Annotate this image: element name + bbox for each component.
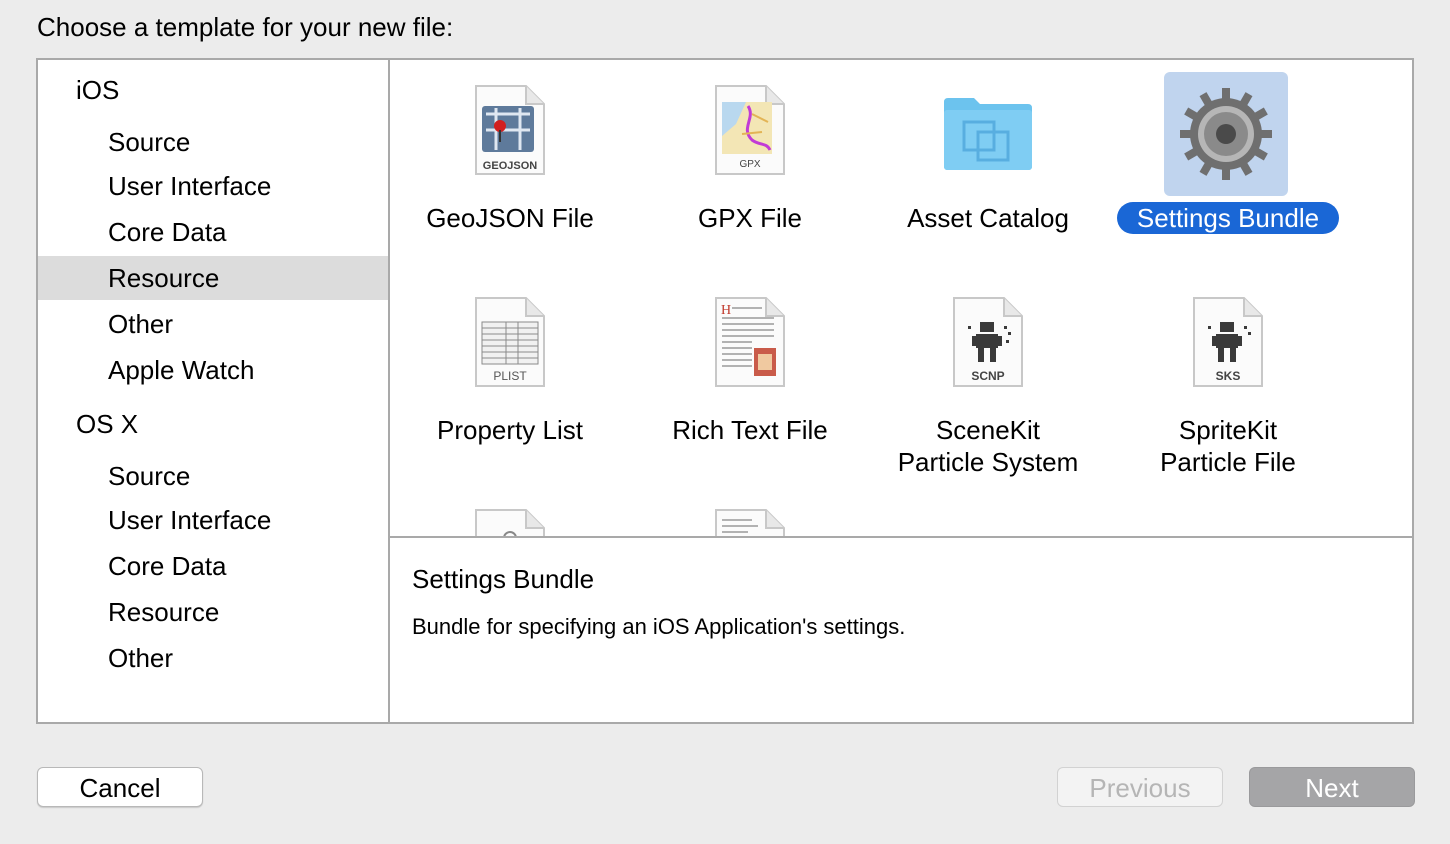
template-chooser: iOS Source User Interface Core Data Reso… — [36, 58, 1414, 724]
description-title: Settings Bundle — [412, 564, 595, 594]
sidebar-item-ios-core-data[interactable]: Core Data — [38, 210, 388, 254]
template-label: GPX File — [697, 203, 803, 233]
gear-icon — [1180, 88, 1272, 180]
template-label-line2: Particle File — [1160, 447, 1296, 477]
previous-button[interactable]: Previous — [1057, 767, 1223, 807]
sidebar-item-osx-resource[interactable]: Resource — [38, 590, 388, 634]
scnp-badge: SCNP — [971, 369, 1004, 383]
gpx-badge: GPX — [739, 159, 760, 170]
template-spritekit-particle-file[interactable]: SKS SpriteKit Particle File — [1108, 276, 1348, 477]
template-scenekit-particle-system[interactable]: SCNP SceneKit Particle System — [868, 276, 1108, 477]
template-label: Asset Catalog — [907, 203, 1069, 233]
sidebar-item-ios-apple-watch[interactable]: Apple Watch — [38, 348, 388, 392]
plist-badge: PLIST — [493, 369, 527, 383]
sidebar-item-ios-user-interface[interactable]: User Interface — [38, 164, 388, 208]
template-settings-bundle[interactable]: Settings Bundle — [1108, 64, 1348, 264]
spritekit-particle-icon: SKS — [1193, 297, 1263, 387]
sidebar-item-ios-source[interactable]: Source — [38, 120, 388, 164]
dialog-title: Choose a template for your new file: — [37, 12, 454, 42]
sidebar-item-osx-core-data[interactable]: Core Data — [38, 544, 388, 588]
template-rich-text-file[interactable]: H Rich Text File — [630, 276, 870, 476]
template-label-line2: Particle System — [897, 447, 1079, 477]
template-asset-catalog[interactable]: Asset Catalog — [868, 64, 1108, 264]
template-label: Settings Bundle — [1116, 202, 1340, 234]
template-geojson-file[interactable]: GEOJSON GeoJSON File — [390, 64, 630, 264]
sidebar-item-osx-source[interactable]: Source — [38, 454, 388, 498]
gpx-file-icon: GPX — [715, 85, 785, 175]
template-label: GeoJSON File — [426, 203, 594, 233]
sidebar-group-ios[interactable]: iOS — [38, 68, 388, 112]
platform-sidebar: iOS Source User Interface Core Data Reso… — [38, 60, 390, 722]
template-label-line1: SceneKit — [935, 415, 1041, 445]
sidebar-group-osx[interactable]: OS X — [38, 402, 388, 446]
cancel-button[interactable]: Cancel — [37, 767, 203, 807]
asset-catalog-folder-icon — [944, 98, 1032, 170]
template-gpx-file[interactable]: GPX GPX File — [630, 64, 870, 264]
sidebar-item-ios-resource[interactable]: Resource — [38, 256, 388, 300]
sidebar-item-ios-other[interactable]: Other — [38, 302, 388, 346]
template-grid: GEOJSON GeoJSON File GPX GPX File Asset … — [390, 60, 1412, 536]
description-text: Bundle for specifying an iOS Application… — [412, 614, 906, 639]
plist-file-icon: PLIST — [475, 297, 545, 387]
template-label-line1: SpriteKit — [1178, 415, 1278, 445]
sks-badge: SKS — [1216, 369, 1241, 383]
template-label: Rich Text File — [672, 415, 828, 445]
partial-file-icon[interactable] — [472, 508, 548, 536]
scenekit-particle-icon: SCNP — [953, 297, 1023, 387]
template-property-list[interactable]: PLIST Property List — [390, 276, 630, 476]
rich-text-file-icon: H — [715, 297, 785, 387]
next-button[interactable]: Next — [1249, 767, 1415, 807]
sidebar-item-osx-other[interactable]: Other — [38, 636, 388, 680]
sidebar-item-osx-user-interface[interactable]: User Interface — [38, 498, 388, 542]
geojson-badge: GEOJSON — [483, 160, 537, 172]
partial-file-icon[interactable] — [712, 508, 788, 536]
template-description: Settings Bundle Bundle for specifying an… — [390, 536, 1412, 722]
geojson-file-icon: GEOJSON — [475, 85, 545, 175]
template-label: Property List — [437, 415, 583, 445]
svg-text:H: H — [721, 303, 731, 318]
